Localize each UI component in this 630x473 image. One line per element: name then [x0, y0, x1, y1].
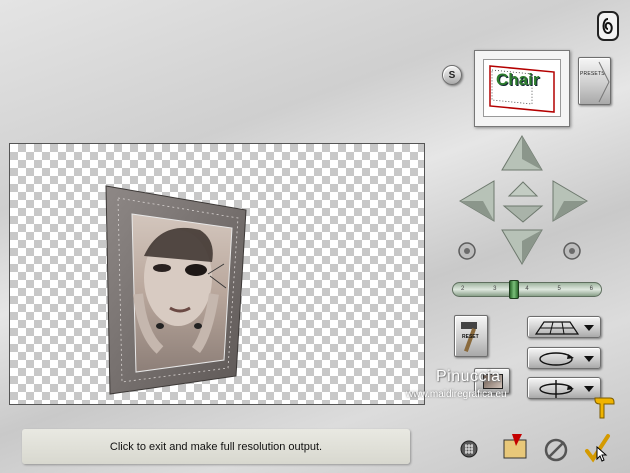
small-arrow-up-icon	[507, 181, 539, 197]
zoom-slider-thumb[interactable]	[509, 280, 520, 299]
axis-rotate-icon	[539, 380, 574, 398]
arrow-up-button[interactable]	[499, 133, 545, 178]
pointing-hand-icon	[592, 394, 616, 425]
rotate-ccw-button[interactable]	[457, 241, 477, 266]
rotate-loop-icon	[539, 352, 574, 366]
ok-checkmark-icon	[585, 434, 610, 463]
arrow-left-icon	[459, 180, 495, 222]
chevron-down-icon	[584, 325, 594, 331]
arrow-down-button[interactable]	[499, 227, 545, 272]
chevron-right-icon	[598, 61, 610, 103]
spiral-logo-icon	[597, 11, 619, 41]
preset-thumbnail-text: Chair	[496, 70, 540, 89]
perspective-grid-icon	[534, 321, 580, 335]
export-icon	[503, 434, 527, 459]
s-button[interactable]: S	[442, 65, 462, 85]
chevron-down-icon	[584, 386, 594, 392]
s-button-label: S	[448, 69, 456, 81]
preview-canvas[interactable]	[9, 143, 425, 405]
small-arrow-down-icon	[502, 205, 544, 223]
grid-toggle-button[interactable]	[460, 440, 478, 463]
chevron-down-icon	[584, 356, 594, 362]
nudge-up-button[interactable]	[507, 180, 539, 203]
nudge-down-button[interactable]	[502, 204, 544, 229]
rotation-mode-dropdown[interactable]	[527, 347, 601, 369]
arrow-right-icon	[552, 180, 588, 222]
grid-mode-dropdown[interactable]	[527, 316, 601, 338]
rotate-cw-icon	[563, 242, 581, 260]
status-message: Click to exit and make full resolution o…	[109, 440, 323, 453]
zoom-tick: 6	[589, 286, 593, 292]
preview-image	[105, 185, 247, 395]
rotate-cw-button[interactable]	[562, 241, 582, 266]
preset-thumbnail[interactable]: Chair	[474, 50, 570, 127]
arrow-down-icon	[501, 229, 543, 265]
axis-mode-dropdown[interactable]	[527, 377, 601, 399]
reset-label: RESET	[462, 334, 479, 340]
arrow-right-button[interactable]	[550, 178, 590, 229]
reset-button[interactable]: RESET	[454, 315, 488, 357]
ok-button[interactable]	[584, 433, 612, 468]
cancel-icon	[544, 438, 568, 462]
zoom-tick: 5	[557, 286, 561, 292]
zoom-tick: 2	[461, 286, 465, 292]
zoom-tick-labels: 2 3 4 5 6	[461, 286, 593, 294]
zoom-slider[interactable]: 2 3 4 5 6	[452, 282, 602, 297]
export-button[interactable]	[502, 432, 528, 465]
grid-icon	[460, 440, 478, 458]
zoom-tick: 3	[493, 286, 497, 292]
watermark-url: www.maidiregrafica.eu	[406, 389, 507, 400]
arrow-up-icon	[501, 135, 543, 171]
arrow-left-button[interactable]	[457, 178, 497, 229]
presets-button[interactable]: PRESETS	[578, 57, 611, 105]
watermark-title: Pinuccia	[436, 368, 501, 385]
rotate-ccw-icon	[458, 242, 476, 260]
cancel-button[interactable]	[543, 437, 569, 468]
zoom-tick: 4	[525, 286, 529, 292]
status-bar: Click to exit and make full resolution o…	[22, 429, 410, 464]
